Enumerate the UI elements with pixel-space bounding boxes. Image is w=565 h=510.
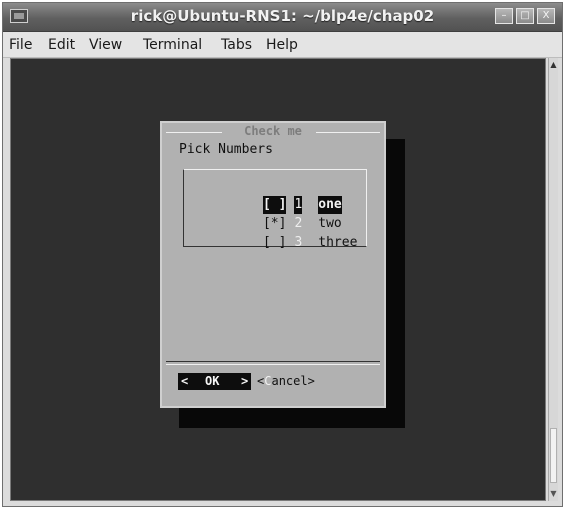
checklist-dialog: Check me Pick Numbers [ ] 1 one [*] 2 two [ …: [160, 121, 386, 408]
checklist-item-one[interactable]: [ ] 1 one: [216, 178, 342, 214]
checklist-item-three[interactable]: [ ] 3 three: [216, 216, 357, 250]
dialog-title: Check me: [244, 124, 302, 138]
cancel-button[interactable]: <Cancel>: [257, 373, 315, 390]
dialog-prompt: Pick Numbers: [179, 142, 273, 157]
scroll-thumb[interactable]: [550, 428, 557, 483]
ok-label: OK: [205, 374, 220, 388]
menu-bar: File Edit View Terminal Tabs Help: [3, 32, 562, 58]
scroll-down-arrow-icon[interactable]: ▼: [549, 489, 558, 499]
menu-tabs[interactable]: Tabs: [221, 37, 252, 53]
checklist-item-two[interactable]: [*] 2 two: [216, 197, 342, 231]
ok-button[interactable]: < OK >: [178, 373, 251, 390]
window-title: rick@Ubuntu-RNS1: ~/blp4e/chap02: [130, 7, 435, 25]
item-label: three: [318, 235, 358, 250]
menu-edit[interactable]: Edit: [48, 37, 75, 53]
terminal-scrollbar[interactable]: ▲ ▼: [548, 58, 558, 501]
checklist-box: [ ] 1 one [*] 2 two [ ] 3 three: [183, 169, 367, 250]
cancel-bracket-right: >: [307, 374, 315, 388]
button-separator: [166, 361, 380, 365]
scroll-up-arrow-icon[interactable]: ▲: [549, 60, 558, 70]
maximize-button[interactable]: □: [516, 8, 534, 24]
title-bar[interactable]: rick@Ubuntu-RNS1: ~/blp4e/chap02 – □ X: [3, 3, 562, 32]
menu-help[interactable]: Help: [266, 37, 298, 53]
minimize-button[interactable]: –: [495, 8, 513, 24]
menu-terminal[interactable]: Terminal: [143, 37, 202, 53]
ok-bracket-right: >: [241, 374, 249, 388]
menu-view[interactable]: View: [89, 37, 122, 53]
close-button[interactable]: X: [537, 8, 555, 24]
item-number: 3: [294, 235, 303, 250]
menu-file[interactable]: File: [9, 37, 32, 53]
checkbox-marker[interactable]: [ ]: [263, 234, 286, 252]
ok-bracket-left: <: [181, 374, 189, 388]
cancel-label: ancel: [271, 374, 308, 388]
